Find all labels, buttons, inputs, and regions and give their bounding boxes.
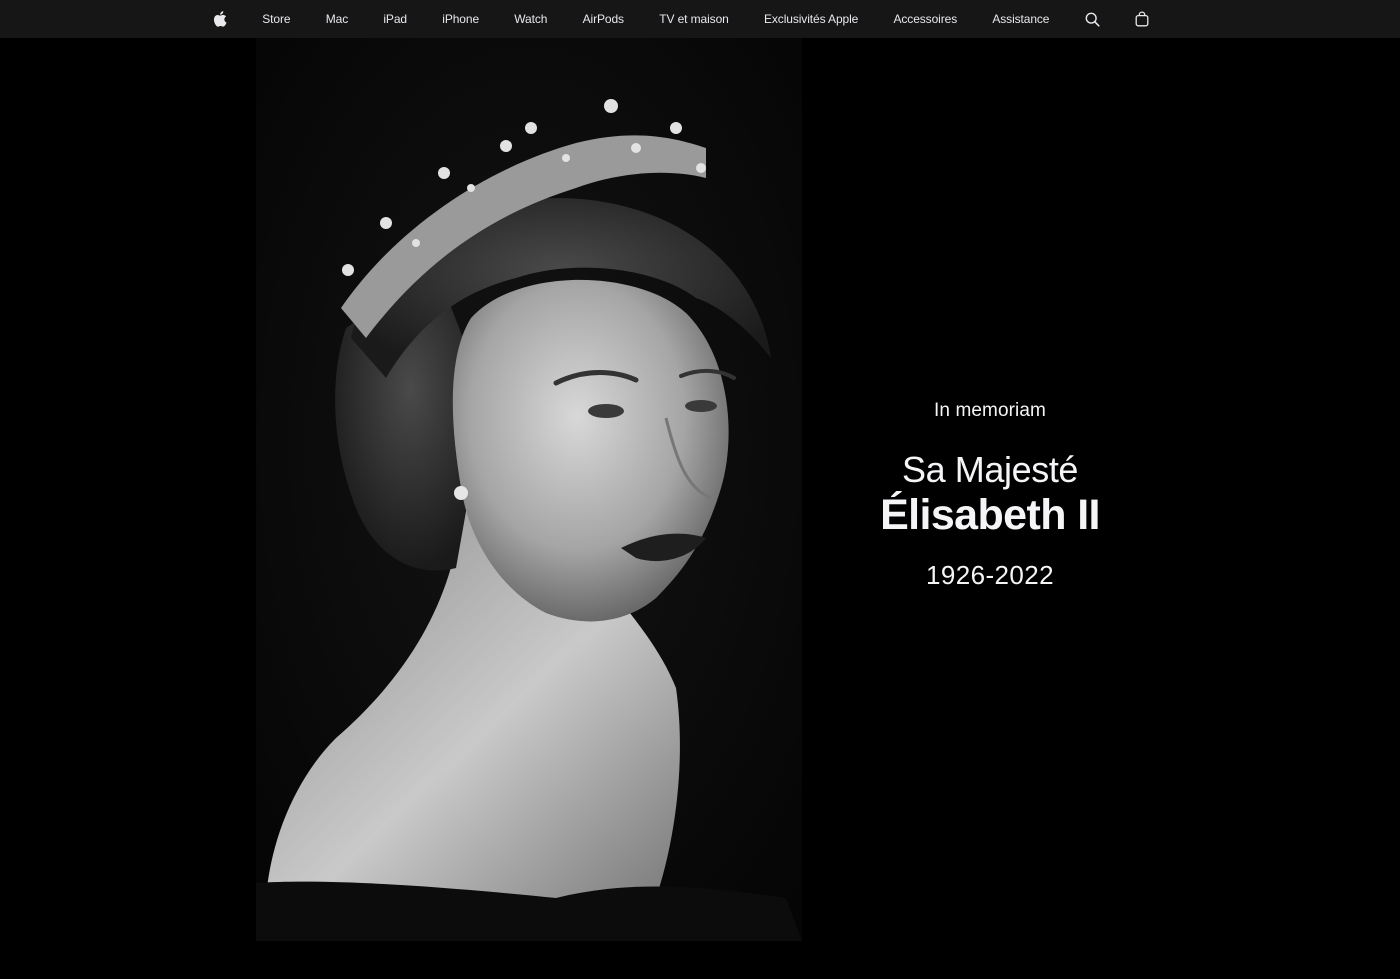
apple-logo-icon[interactable] [205, 0, 235, 38]
nav-item-tv-et-maison[interactable]: TV et maison [651, 0, 737, 38]
memorial-eyebrow: In memoriam [934, 400, 1046, 421]
search-icon[interactable] [1077, 0, 1108, 38]
memorial-headline: Sa Majesté Élisabeth II [840, 450, 1140, 540]
memorial-honorific: Sa Majesté [901, 449, 1079, 490]
nav-item-ipad[interactable]: iPad [375, 0, 415, 38]
nav-item-watch[interactable]: Watch [506, 0, 555, 38]
portrait-image [256, 38, 802, 941]
nav-item-exclusivites-apple[interactable]: Exclusivités Apple [756, 0, 866, 38]
nav-item-assistance[interactable]: Assistance [984, 0, 1057, 38]
memorial-dates: 1926-2022 [926, 560, 1054, 590]
nav-item-iphone[interactable]: iPhone [434, 0, 487, 38]
nav-item-mac[interactable]: Mac [318, 0, 356, 38]
nav-list: Store Mac iPad iPhone Watch AirPods TV e… [205, 0, 1157, 38]
nav-item-accessoires[interactable]: Accessoires [886, 0, 966, 38]
nav-item-store[interactable]: Store [254, 0, 298, 38]
shopping-bag-icon[interactable] [1127, 0, 1157, 38]
nav-item-airpods[interactable]: AirPods [575, 0, 632, 38]
memorial-name: Élisabeth II [880, 491, 1100, 539]
global-nav: Store Mac iPad iPhone Watch AirPods TV e… [0, 0, 1400, 38]
memorial-text: In memoriam Sa Majesté Élisabeth II 1926… [840, 400, 1140, 591]
